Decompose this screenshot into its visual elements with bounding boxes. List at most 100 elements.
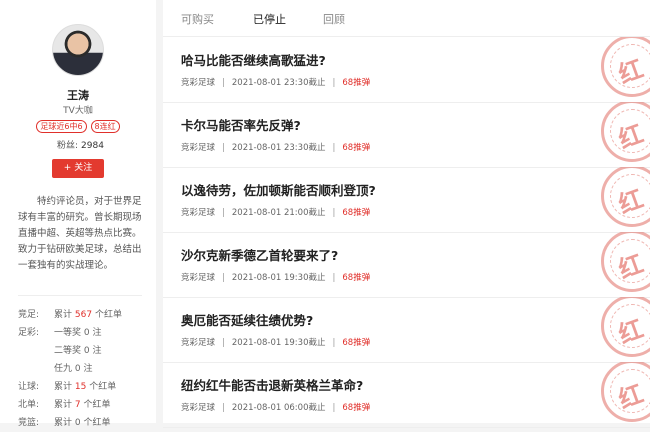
article-meta: 竞彩足球 | 2021-08-01 21:00截止 | 68推弹 bbox=[181, 206, 370, 218]
meta-separator: | bbox=[332, 208, 336, 218]
article-title[interactable]: 哈马比能否继续高歌猛进? bbox=[181, 50, 326, 69]
stat-value: 累计 0 个红单 bbox=[54, 414, 111, 432]
tab-available[interactable]: 可购买 bbox=[181, 11, 214, 27]
stat-prefix: 任九 bbox=[54, 364, 73, 374]
article-title[interactable]: 沙尔克新季德乙首轮要来了? bbox=[181, 245, 338, 264]
author-bio: 特约评论员，对于世界足球有丰富的研究。曾长期现场直播中超、英超等热点比赛。致力于… bbox=[18, 196, 142, 271]
red-result-stamp: 红 bbox=[601, 102, 650, 162]
tab-review[interactable]: 回顾 bbox=[323, 11, 345, 27]
stat-prefix: 一等奖 bbox=[54, 328, 82, 338]
meta-separator: | bbox=[222, 208, 225, 218]
follow-button[interactable]: + 关注 bbox=[52, 159, 104, 178]
avatar[interactable] bbox=[52, 24, 104, 76]
meta-separator: | bbox=[222, 143, 225, 153]
article-deadline: 2021-08-01 23:30截止 bbox=[231, 143, 326, 153]
stamp-text: 红 bbox=[614, 313, 647, 350]
status-tabs: 可购买 已停止 回顾 bbox=[163, 0, 650, 37]
stat-prefix: 二等奖 bbox=[54, 346, 82, 356]
article-price: 68推弹 bbox=[342, 143, 371, 153]
stat-number: 0 bbox=[74, 364, 81, 374]
article-title[interactable]: 纽约红牛能否击退新英格兰革命? bbox=[181, 375, 363, 394]
stat-row: 北单: 累计 7 个红单 bbox=[18, 396, 148, 414]
article-item[interactable]: 卡尔马能否率先反弹? 竞彩足球 | 2021-08-01 23:30截止 | 68推弹 红 bbox=[163, 102, 650, 168]
stat-number: 0 bbox=[74, 418, 81, 428]
article-item[interactable]: 哈马比能否继续高歌猛进? 竞彩足球 | 2021-08-01 23:30截止 | 68推弹… bbox=[163, 37, 650, 103]
stat-row: 足彩: 一等奖 0 注 bbox=[18, 324, 148, 342]
stat-row: 竞篮: 累计 0 个红单 bbox=[18, 414, 148, 432]
stamp-text: 红 bbox=[614, 378, 647, 415]
meta-separator: | bbox=[222, 78, 225, 88]
tab-stopped[interactable]: 已停止 bbox=[253, 11, 286, 27]
record-badge: 足球近6中6 bbox=[36, 120, 87, 133]
article-item[interactable]: 纽约红牛能否击退新英格兰革命? 竞彩足球 | 2021-08-01 06:00截止 | 6… bbox=[163, 362, 650, 428]
red-result-stamp: 红 bbox=[601, 362, 650, 422]
stat-row: 竞足: 累计 567 个红单 bbox=[18, 306, 148, 324]
streak-badge: 8连红 bbox=[90, 120, 120, 133]
stamp-text: 红 bbox=[614, 53, 647, 90]
article-title[interactable]: 卡尔马能否率先反弹? bbox=[181, 115, 301, 134]
article-title[interactable]: 以逸待劳，佐加顿斯能否顺利登顶? bbox=[181, 180, 376, 199]
red-result-stamp: 红 bbox=[601, 297, 650, 357]
stat-number: 15 bbox=[74, 382, 87, 392]
stat-label: 竞篮: bbox=[18, 418, 40, 428]
article-title[interactable]: 奥厄能否延续往绩优势? bbox=[181, 310, 313, 329]
stat-number: 0 bbox=[83, 328, 90, 338]
red-result-stamp: 红 bbox=[601, 167, 650, 227]
stat-suffix: 个红单 bbox=[83, 418, 111, 428]
stat-suffix: 个红单 bbox=[94, 310, 122, 320]
article-deadline: 2021-08-01 23:30截止 bbox=[231, 78, 326, 88]
meta-separator: | bbox=[222, 273, 225, 283]
stat-suffix: 注 bbox=[92, 328, 102, 338]
article-item[interactable]: 以逸待劳，佐加顿斯能否顺利登顶? 竞彩足球 | 2021-08-01 21:00截止 |… bbox=[163, 167, 650, 233]
divider bbox=[18, 295, 142, 296]
article-meta: 竞彩足球 | 2021-08-01 19:30截止 | 68推弹 bbox=[181, 271, 370, 283]
article-deadline: 2021-08-01 19:30截止 bbox=[231, 273, 326, 283]
fans-label: 粉丝: bbox=[57, 141, 79, 151]
article-category: 竞彩足球 bbox=[181, 78, 216, 88]
article-meta: 竞彩足球 | 2021-08-01 19:30截止 | 68推弹 bbox=[181, 336, 370, 348]
article-price: 68推弹 bbox=[342, 208, 371, 218]
article-deadline: 2021-08-01 06:00截止 bbox=[231, 403, 326, 413]
stat-number: 567 bbox=[74, 310, 93, 320]
stat-suffix: 个红单 bbox=[89, 382, 117, 392]
article-meta: 竞彩足球 | 2021-08-01 23:30截止 | 68推弹 bbox=[181, 141, 370, 153]
red-result-stamp: 红 bbox=[601, 232, 650, 292]
meta-separator: | bbox=[222, 338, 225, 348]
stat-value: 累计 15 个红单 bbox=[54, 378, 116, 396]
stat-number: 7 bbox=[74, 400, 81, 410]
stat-suffix: 注 bbox=[83, 364, 93, 374]
article-deadline: 2021-08-01 21:00截止 bbox=[231, 208, 326, 218]
stat-prefix: 累计 bbox=[54, 400, 73, 410]
article-category: 竞彩足球 bbox=[181, 273, 216, 283]
article-price: 68推弹 bbox=[342, 273, 371, 283]
article-meta: 竞彩足球 | 2021-08-01 06:00截止 | 68推弹 bbox=[181, 401, 370, 413]
author-title: TV大咖 bbox=[63, 106, 93, 116]
article-item[interactable]: 沙尔克新季德乙首轮要来了? 竞彩足球 | 2021-08-01 19:30截止 | 68推… bbox=[163, 232, 650, 298]
record-stats: 竞足: 累计 567 个红单 足彩: 一等奖 0 注二等奖 0 注任九 0 注让球: 累… bbox=[18, 306, 148, 432]
stat-row: 任九 0 注 bbox=[18, 360, 148, 378]
stat-number: 0 bbox=[83, 346, 90, 356]
meta-separator: | bbox=[332, 403, 336, 413]
article-item[interactable]: 奥厄能否延续往绩优势? 竞彩足球 | 2021-08-01 19:30截止 | 68推弹 红 bbox=[163, 297, 650, 363]
fans-count: 粉丝: 2984 bbox=[57, 138, 104, 151]
stat-value: 任九 0 注 bbox=[54, 360, 93, 378]
meta-separator: | bbox=[332, 78, 336, 88]
article-deadline: 2021-08-01 19:30截止 bbox=[231, 338, 326, 348]
stamp-text: 红 bbox=[614, 183, 647, 220]
author-badges: 足球近6中6 8连红 bbox=[0, 120, 156, 133]
stat-suffix: 注 bbox=[92, 346, 102, 356]
article-list-panel: 可购买 已停止 回顾 哈马比能否继续高歌猛进? 竞彩足球 | 2021-08-01 2… bbox=[163, 0, 650, 428]
meta-separator: | bbox=[332, 273, 336, 283]
stat-label: 北单: bbox=[18, 400, 40, 410]
stat-value: 累计 7 个红单 bbox=[54, 396, 111, 414]
stat-row: 让球: 累计 15 个红单 bbox=[18, 378, 148, 396]
stamp-text: 红 bbox=[614, 118, 647, 155]
article-category: 竞彩足球 bbox=[181, 403, 216, 413]
stat-label: 足彩: bbox=[18, 328, 40, 338]
fans-number: 2984 bbox=[81, 141, 104, 151]
stat-prefix: 累计 bbox=[54, 418, 73, 428]
stat-label: 竞足: bbox=[18, 310, 40, 320]
stat-value: 一等奖 0 注 bbox=[54, 324, 102, 342]
article-category: 竞彩足球 bbox=[181, 338, 216, 348]
article-price: 68推弹 bbox=[342, 403, 371, 413]
